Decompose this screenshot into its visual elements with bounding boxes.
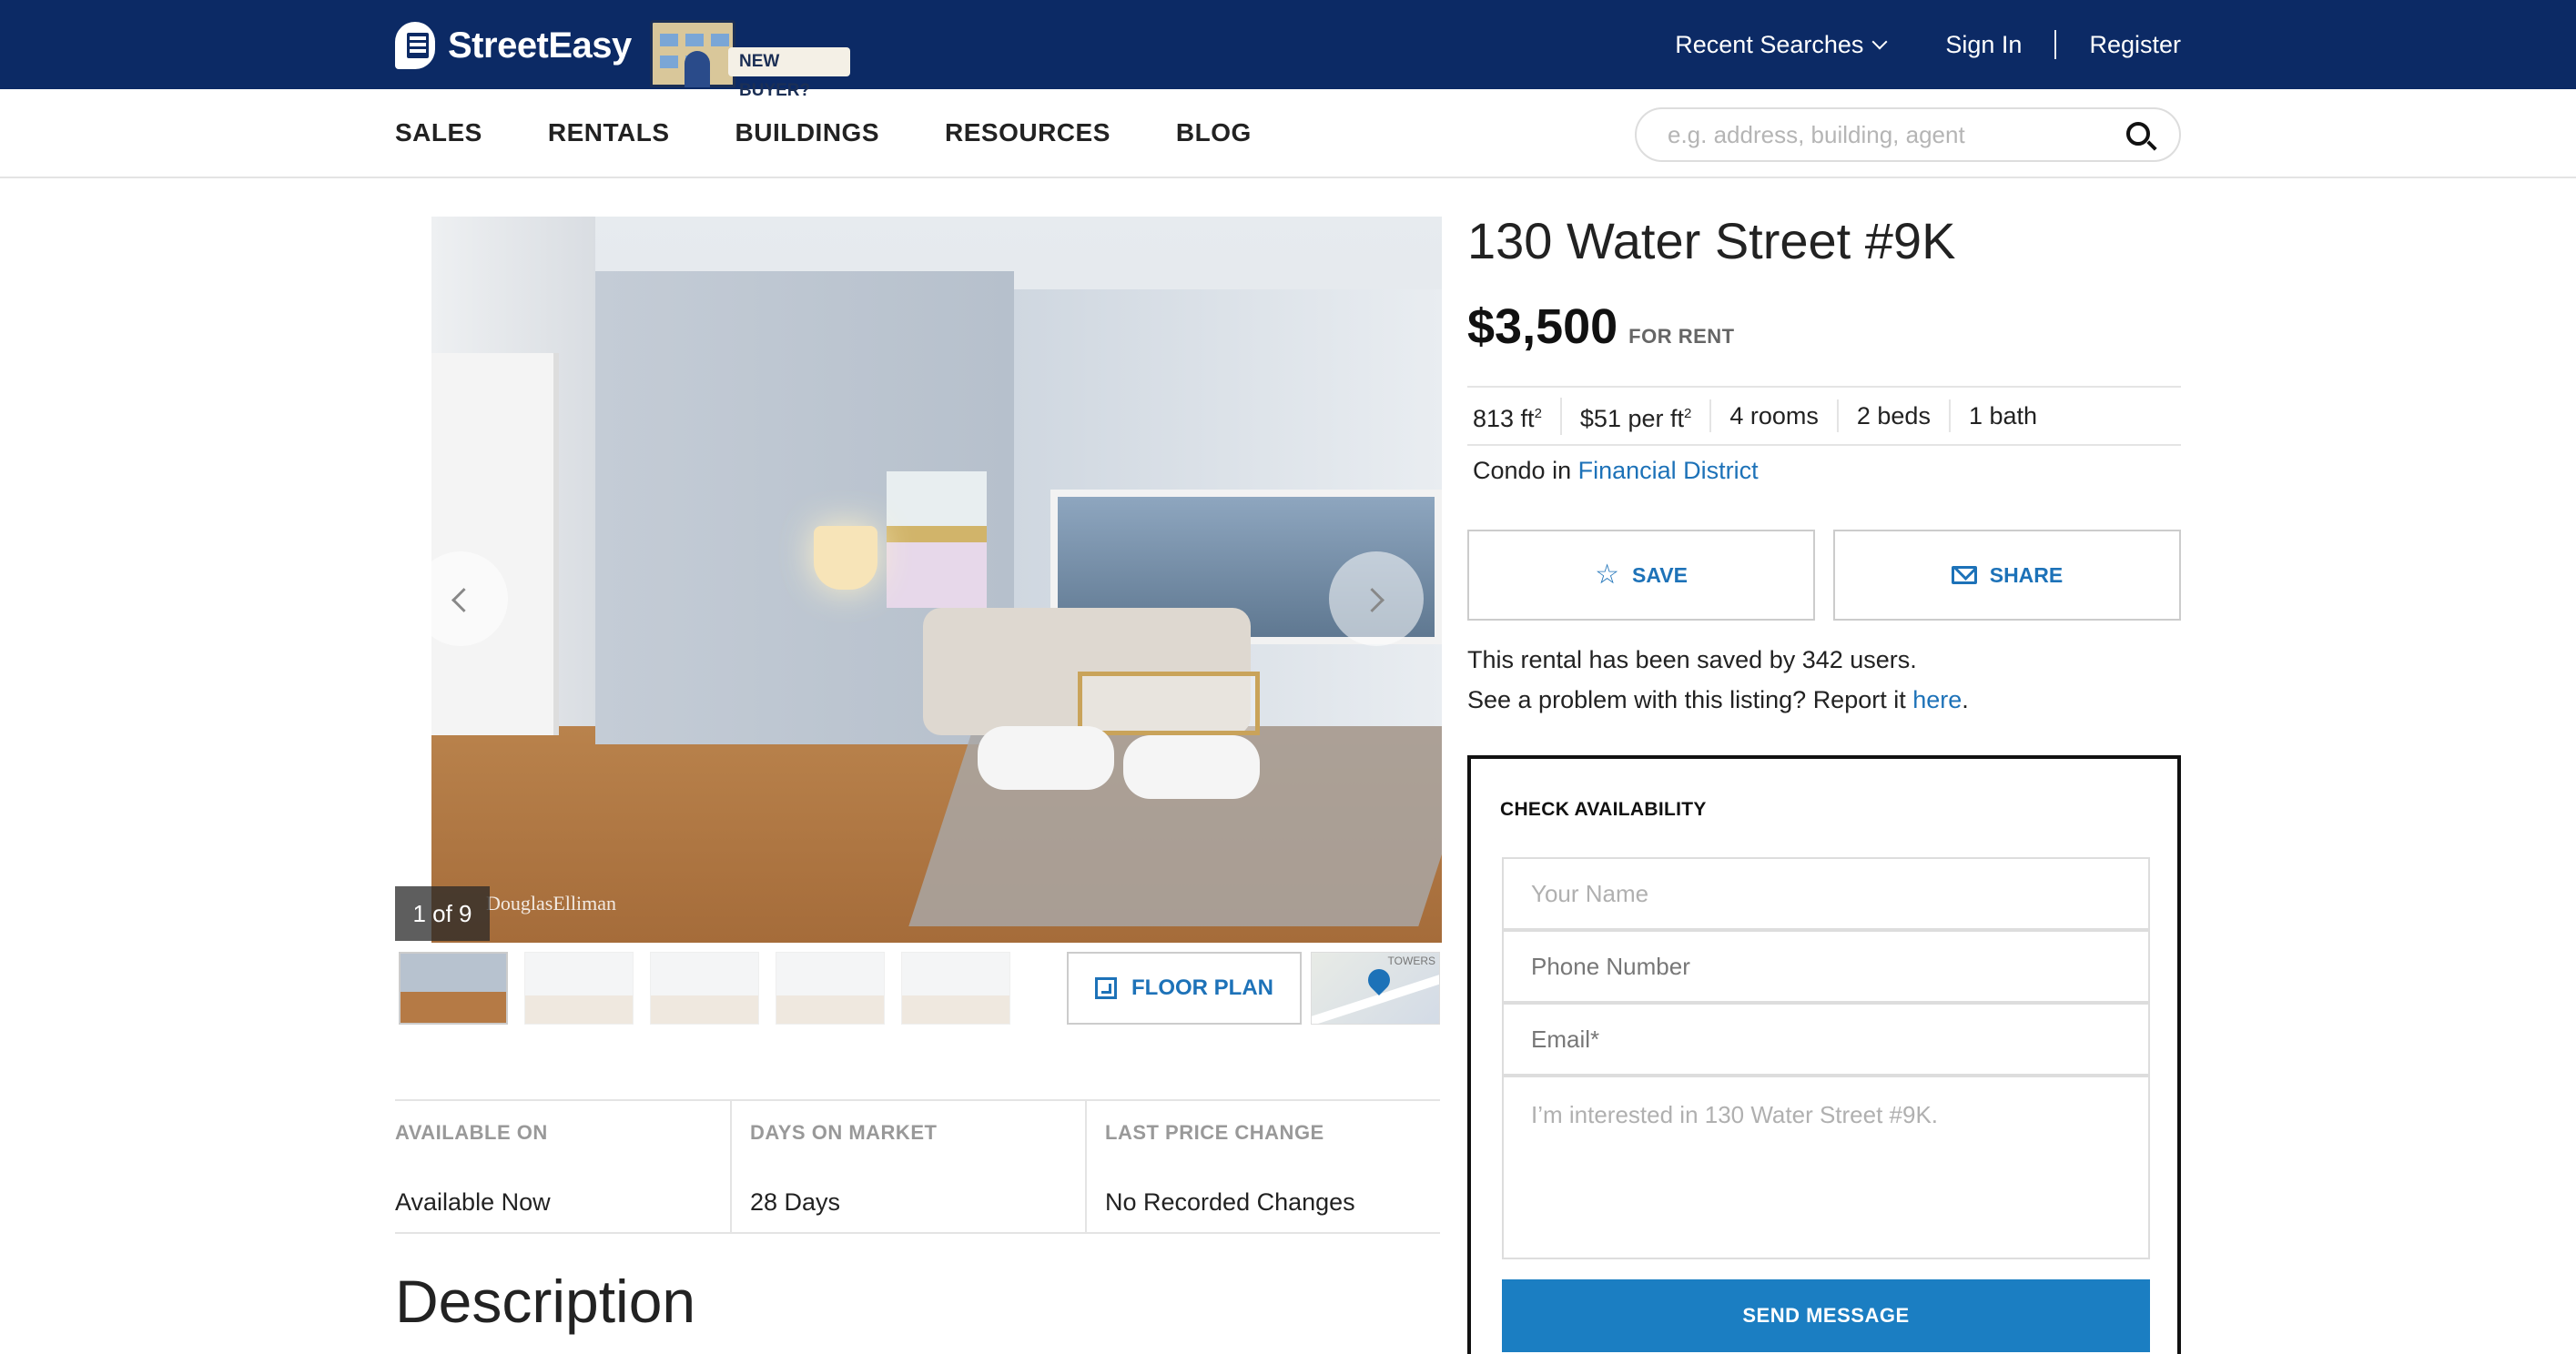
recent-searches-label: Recent Searches xyxy=(1675,30,1864,58)
account-nav: Recent Searches Sign In Register xyxy=(1675,0,2181,89)
floor-plan-label: FLOOR PLAN xyxy=(1131,975,1273,1000)
photo-thumbnail[interactable] xyxy=(901,952,1010,1025)
photo-bench xyxy=(978,726,1114,790)
floor-plan-icon xyxy=(1095,977,1117,999)
listing-type: FOR RENT xyxy=(1628,325,1735,348)
stat-days-on-market: DAYS ON MARKET 28 Days xyxy=(732,1101,1087,1232)
share-label: SHARE xyxy=(1989,562,2064,587)
name-field[interactable] xyxy=(1502,857,2150,930)
search-input[interactable] xyxy=(1668,116,2104,153)
detail-area: 813 ft2 xyxy=(1473,404,1542,432)
listing-details: 813 ft2 $51 per ft2 4 rooms 2 beds 1 bat… xyxy=(1467,386,2181,446)
share-button[interactable]: SHARE xyxy=(1833,530,2181,621)
floor-plan-button[interactable]: FLOOR PLAN xyxy=(1067,952,1302,1025)
photo-lamp xyxy=(814,526,877,590)
star-icon: ☆ xyxy=(1595,560,1619,590)
price-per-ft-value: $51 per ft xyxy=(1579,404,1684,432)
report-suffix: . xyxy=(1962,686,1969,713)
listing-stats: AVAILABLE ON Available Now DAYS ON MARKE… xyxy=(395,1099,1440,1234)
property-type: Condo in Financial District xyxy=(1473,457,1759,485)
photo-thumbnail[interactable] xyxy=(650,952,759,1025)
nav-rentals[interactable]: RENTALS xyxy=(548,118,670,147)
photo-door xyxy=(431,353,559,735)
detail-price-per-ft: $51 per ft2 xyxy=(1559,397,1709,435)
photo-bench xyxy=(1123,735,1260,799)
nav-buildings[interactable]: BUILDINGS xyxy=(735,118,880,147)
new-buyer-tag: NEW BUYER? xyxy=(728,47,850,100)
stat-label: AVAILABLE ON xyxy=(395,1121,548,1144)
next-photo-button[interactable] xyxy=(1329,551,1424,646)
detail-rooms: 4 rooms xyxy=(1709,399,1837,432)
property-type-label: Condo in xyxy=(1473,457,1578,484)
person-illustration-icon xyxy=(685,51,710,87)
detail-beds: 2 beds xyxy=(1836,399,1949,432)
sign-in-link[interactable]: Sign In xyxy=(1945,31,2022,59)
prev-photo-button[interactable] xyxy=(413,551,508,646)
mail-icon xyxy=(1951,566,1977,584)
map-thumbnail[interactable]: TOWERS xyxy=(1311,952,1440,1025)
email-field[interactable] xyxy=(1502,1003,2150,1076)
price-row: $3,500 FOR RENT xyxy=(1467,298,1735,355)
photo-watermark: DouglasElliman xyxy=(486,892,616,914)
streeteasy-logo[interactable]: StreetEasy xyxy=(395,20,632,71)
stat-label: LAST PRICE CHANGE xyxy=(1105,1121,1324,1144)
photo-thumbnail[interactable] xyxy=(399,952,508,1025)
new-buyer-promo[interactable]: NEW BUYER? xyxy=(650,16,850,100)
neighborhood-link[interactable]: Financial District xyxy=(1578,457,1759,484)
stat-last-price-change: LAST PRICE CHANGE No Recorded Changes xyxy=(1087,1101,1440,1232)
listing-address: 130 Water Street #9K xyxy=(1467,212,1956,269)
stat-value: 28 Days xyxy=(750,1188,841,1216)
photo-thumbnail[interactable] xyxy=(524,952,634,1025)
nav-divider xyxy=(2054,30,2057,59)
listing-photo[interactable]: DouglasElliman xyxy=(431,217,1442,943)
search-icon[interactable] xyxy=(2126,122,2150,146)
check-availability-form: CHECK AVAILABILITY SEND MESSAGE xyxy=(1467,755,2181,1354)
report-here-link[interactable]: here xyxy=(1912,686,1962,713)
stat-value: Available Now xyxy=(395,1188,551,1216)
check-availability-title: CHECK AVAILABILITY xyxy=(1500,799,1707,820)
phone-field[interactable] xyxy=(1502,930,2150,1003)
photo-table xyxy=(1078,672,1260,735)
register-link[interactable]: Register xyxy=(2089,31,2181,59)
send-message-button[interactable]: SEND MESSAGE xyxy=(1502,1279,2150,1352)
nav-resources[interactable]: RESOURCES xyxy=(945,118,1111,147)
map-label: TOWERS xyxy=(1387,955,1435,967)
nav-sales[interactable]: SALES xyxy=(395,118,482,147)
area-value: 813 ft xyxy=(1473,404,1535,432)
stat-available-on: AVAILABLE ON Available Now xyxy=(395,1101,732,1232)
photo-thumbnail[interactable] xyxy=(776,952,885,1025)
stat-label: DAYS ON MARKET xyxy=(750,1121,938,1144)
recent-searches-dropdown[interactable]: Recent Searches xyxy=(1675,30,1888,59)
save-label: SAVE xyxy=(1631,562,1688,587)
description-heading: Description xyxy=(395,1268,696,1335)
saved-count-note: This rental has been saved by 342 users. xyxy=(1467,646,1917,673)
chevron-down-icon xyxy=(1871,34,1888,50)
main-nav: SALES RENTALS BUILDINGS RESOURCES BLOG xyxy=(0,89,2576,178)
logo-text: StreetEasy xyxy=(448,25,632,66)
message-field[interactable] xyxy=(1502,1076,2150,1259)
thumbnail-strip xyxy=(399,952,1010,1025)
logo-building-icon xyxy=(395,22,435,69)
stat-value: No Recorded Changes xyxy=(1105,1188,1355,1216)
save-button[interactable]: ☆ SAVE xyxy=(1467,530,1815,621)
detail-baths: 1 bath xyxy=(1948,399,2055,432)
search-box xyxy=(1635,107,2181,162)
listing-price: $3,500 xyxy=(1467,299,1618,354)
report-problem-note: See a problem with this listing? Report … xyxy=(1467,686,1969,714)
report-text: See a problem with this listing? Report … xyxy=(1467,686,1913,713)
photo-counter: 1 of 9 xyxy=(395,886,490,941)
photo-artwork xyxy=(887,471,987,608)
top-header: StreetEasy NEW BUYER? Recent Searches Si… xyxy=(0,0,2576,100)
nav-blog[interactable]: BLOG xyxy=(1176,118,1252,147)
